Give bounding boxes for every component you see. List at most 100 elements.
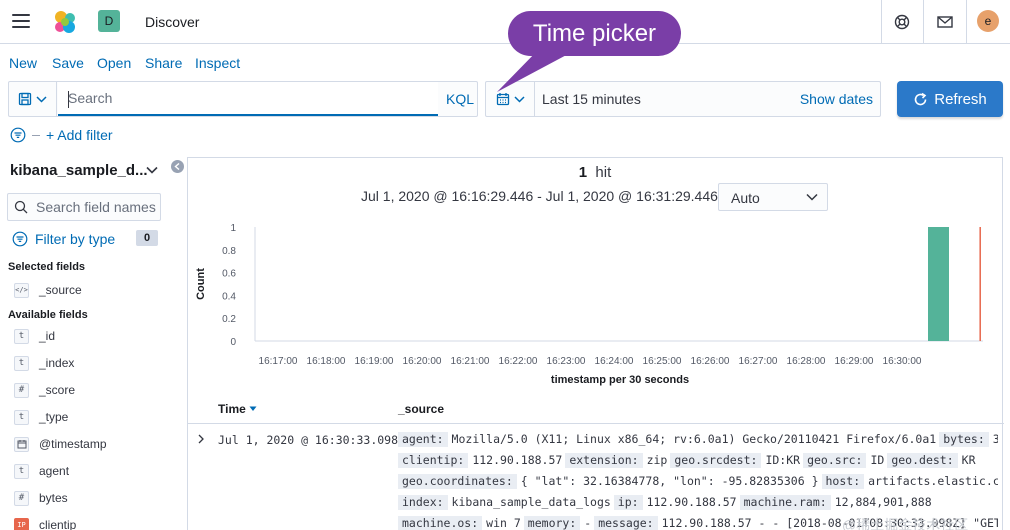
- source-key: clientip:: [398, 453, 469, 468]
- help-icon[interactable]: [892, 12, 912, 32]
- source-field: geo.coordinates:{ "lat": 32.16384778, "l…: [398, 474, 819, 489]
- field-item-type[interactable]: t _type: [14, 408, 68, 426]
- watermark-text: @稀土掘金技术社区: [842, 517, 969, 530]
- chevron-down-icon[interactable]: [146, 166, 158, 174]
- share-link[interactable]: Share: [145, 55, 182, 71]
- source-field: clientip: 112.90.188.57: [398, 453, 562, 468]
- kql-toggle[interactable]: KQL: [446, 91, 474, 107]
- header-divider: [923, 0, 924, 44]
- chevron-right-icon[interactable]: [196, 433, 206, 445]
- source-value: ID:KR: [765, 453, 801, 467]
- source-field: machine.os: win 7: [398, 516, 521, 530]
- interval-select[interactable]: Auto: [718, 183, 828, 211]
- filter-icon: [12, 231, 28, 247]
- field-search: [7, 193, 161, 221]
- index-pattern-title[interactable]: kibana_sample_d...: [10, 162, 148, 179]
- table-header-divider: [188, 423, 1004, 424]
- source-value: kibana_sample_data_logs: [451, 495, 611, 509]
- add-filter-button[interactable]: + Add filter: [46, 127, 113, 143]
- field-item-index[interactable]: t _index: [14, 354, 74, 372]
- y-axis-title: Count: [195, 268, 207, 300]
- mail-icon[interactable]: [935, 12, 955, 32]
- field-name: _type: [39, 410, 69, 424]
- filter-count-badge: 0: [136, 230, 158, 246]
- text-cursor: [68, 91, 69, 108]
- results-panel: 1 hit Jul 1, 2020 @ 16:16:29.446 - Jul 1…: [187, 157, 1004, 530]
- quick-select-button[interactable]: [486, 82, 535, 116]
- source-value: 112.90.188.57: [646, 495, 737, 509]
- user-avatar[interactable]: e: [977, 10, 999, 32]
- field-item-bytes[interactable]: # bytes: [14, 489, 68, 507]
- source-value: { "lat": 32.16384778, "lon": -95.8283530…: [520, 474, 819, 488]
- source-key: extension:: [565, 453, 643, 468]
- save-link[interactable]: Save: [52, 55, 84, 71]
- time-range-text[interactable]: Last 15 minutes: [542, 91, 641, 107]
- menu-icon[interactable]: [12, 14, 30, 30]
- x-tick-label: 16:17:00: [259, 356, 298, 367]
- open-link[interactable]: Open: [97, 55, 131, 71]
- search-input[interactable]: [58, 82, 438, 116]
- ip-type-icon: IP: [14, 517, 29, 530]
- x-tick-label: 16:30:00: [883, 356, 922, 367]
- source-key: machine.ram:: [739, 495, 831, 510]
- source-value: artifacts.elastic.co: [868, 474, 998, 488]
- string-type-icon: t: [14, 409, 29, 425]
- refresh-label: Refresh: [934, 90, 987, 108]
- chevron-down-icon: [806, 193, 818, 201]
- source-line: clientip: 112.90.188.57 extension: zip geo.s…: [398, 453, 998, 473]
- hits-label: hit: [595, 164, 612, 181]
- save-icon: [18, 92, 32, 106]
- field-item-clientip[interactable]: IP clientip: [14, 516, 76, 530]
- field-search-input[interactable]: [36, 198, 158, 216]
- time-header-label: Time: [218, 402, 246, 416]
- show-dates-button[interactable]: Show dates: [800, 91, 873, 107]
- source-key: geo.srcdest:: [670, 453, 762, 468]
- source-key: index:: [398, 495, 448, 510]
- source-value: win 7: [486, 516, 521, 530]
- source-value: 3,186: [992, 432, 998, 446]
- field-name: clientip: [39, 518, 77, 530]
- source-key: host:: [821, 474, 865, 489]
- y-tick-label: 0.2: [222, 314, 236, 325]
- filter-bar: + Add filter: [10, 126, 113, 144]
- source-field: extension: zip: [565, 453, 667, 468]
- x-tick-label: 16:19:00: [355, 356, 394, 367]
- string-type-icon: t: [14, 463, 29, 479]
- hits-count: 1: [578, 164, 588, 181]
- refresh-button[interactable]: Refresh: [897, 81, 1003, 117]
- source-type-icon: </>: [14, 282, 29, 298]
- filter-by-type-button[interactable]: Filter by type: [12, 229, 115, 249]
- x-axis-title: timestamp per 30 seconds: [551, 374, 689, 386]
- source-field: geo.dest: KR: [887, 453, 976, 468]
- y-tick-label: 0.6: [222, 269, 236, 280]
- source-field: bytes:3,186: [939, 432, 998, 447]
- new-link[interactable]: New: [9, 55, 37, 71]
- top-header: D Discover e: [0, 0, 1010, 44]
- field-item-agent[interactable]: t agent: [14, 462, 69, 480]
- source-line: geo.coordinates:{ "lat": 32.16384778, "l…: [398, 474, 998, 494]
- space-avatar[interactable]: D: [98, 10, 120, 32]
- header-divider: [881, 0, 882, 44]
- time-range-label: Jul 1, 2020 @ 16:16:29.446 - Jul 1, 2020…: [361, 188, 736, 204]
- inspect-link[interactable]: Inspect: [195, 55, 240, 71]
- field-item-timestamp[interactable]: @timestamp: [14, 435, 107, 453]
- x-tick-label: 16:18:00: [307, 356, 346, 367]
- source-column-header: _source: [398, 402, 445, 416]
- field-item-id[interactable]: t _id: [14, 327, 55, 345]
- divider: [32, 134, 40, 136]
- filter-icon[interactable]: [10, 127, 26, 143]
- x-tick-label: 16:27:00: [739, 356, 778, 367]
- histogram-chart: 0 0.2 0.4 0.6 0.8 1 16:17:00 16:18:00 16:19:00 16…: [195, 223, 983, 386]
- time-picker-callout: Time picker: [508, 11, 681, 56]
- collapse-sidebar-icon[interactable]: [171, 160, 184, 173]
- source-key: bytes:: [939, 432, 989, 447]
- elastic-logo[interactable]: [52, 9, 78, 35]
- string-type-icon: t: [14, 355, 29, 371]
- source-key: geo.coordinates:: [398, 474, 517, 489]
- histogram-bar: [928, 227, 949, 341]
- field-item-source[interactable]: </> _source: [14, 281, 82, 299]
- date-type-icon: [14, 436, 29, 452]
- saved-query-button[interactable]: [9, 82, 57, 116]
- time-column-header[interactable]: Time: [218, 402, 257, 416]
- field-item-score[interactable]: # _score: [14, 381, 75, 399]
